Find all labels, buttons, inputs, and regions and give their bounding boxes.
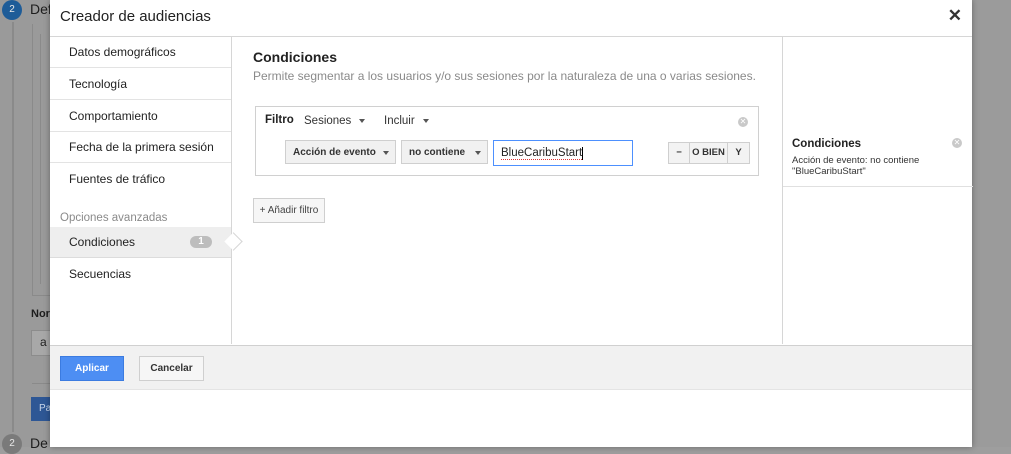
- scope-dropdown-value: Sesiones: [304, 115, 352, 127]
- close-icon[interactable]: ✕: [948, 6, 962, 26]
- include-dropdown[interactable]: Incluir: [384, 115, 429, 127]
- name-input[interactable]: a: [31, 330, 52, 356]
- cancel-button[interactable]: Cancelar: [139, 356, 204, 381]
- remove-condition-button[interactable]: −: [669, 143, 690, 163]
- condition-value-text: BlueCaribuStart: [501, 147, 583, 160]
- step-2-label: De: [30, 435, 48, 451]
- scope-dropdown[interactable]: Sesiones: [304, 115, 366, 127]
- add-filter-button[interactable]: + Añadir filtro: [253, 198, 325, 223]
- background-panel-bottom: [32, 295, 50, 296]
- step-connector-line: [12, 22, 14, 432]
- step-1-indicator: 2: [2, 0, 22, 20]
- sidebar-item-label: Comportamiento: [69, 109, 158, 123]
- dialog-header: Creador de audiencias ✕: [50, 0, 972, 37]
- condition-button-group: − O BIEN Y: [668, 142, 750, 164]
- and-condition-button[interactable]: Y: [728, 143, 749, 163]
- sidebar-item-conditions[interactable]: Condiciones 1: [50, 227, 231, 258]
- sidebar-item-traffic-sources[interactable]: Fuentes de tráfico: [50, 164, 231, 195]
- sidebar-item-label: Secuencias: [69, 267, 132, 281]
- remove-summary-icon[interactable]: ✕: [952, 138, 962, 148]
- sidebar-item-label: Fuentes de tráfico: [69, 172, 166, 186]
- conditions-panel: Condiciones Permite segmentar a los usua…: [232, 37, 782, 344]
- sidebar-item-demographics[interactable]: Datos demográficos: [50, 37, 231, 68]
- include-dropdown-value: Incluir: [384, 115, 415, 127]
- step-2-indicator: 2: [2, 434, 22, 454]
- or-condition-button[interactable]: O BIEN: [690, 143, 728, 163]
- conditions-description: Permite segmentar a los usuarios y/o sus…: [253, 69, 756, 83]
- summary-card: Condiciones Acción de evento: no contien…: [783, 125, 973, 187]
- condition-value-input[interactable]: BlueCaribuStart: [493, 140, 633, 166]
- chevron-down-icon: [383, 151, 389, 155]
- summary-title: Condiciones: [792, 138, 862, 150]
- background-panel-border: [32, 24, 33, 296]
- sidebar-nav: Datos demográficos Tecnología Comportami…: [50, 37, 232, 344]
- background-divider: [32, 383, 50, 384]
- summary-panel: Condiciones Acción de evento: no contien…: [782, 37, 973, 344]
- remove-filter-icon[interactable]: ✕: [738, 117, 748, 127]
- text-cursor: [582, 147, 583, 160]
- sidebar-item-label: Fecha de la primera sesión: [69, 140, 214, 154]
- sidebar-item-technology[interactable]: Tecnología: [50, 69, 231, 100]
- conditions-title: Condiciones: [253, 49, 338, 65]
- dialog-footer: Aplicar Cancelar: [50, 345, 972, 390]
- apply-button[interactable]: Aplicar: [60, 356, 124, 381]
- chevron-down-icon: [475, 151, 481, 155]
- chevron-down-icon: [359, 118, 366, 123]
- chevron-down-icon: [422, 118, 429, 123]
- sidebar-item-label: Tecnología: [69, 77, 128, 91]
- operator-select[interactable]: no contiene: [401, 140, 488, 164]
- name-label: Nor: [31, 308, 50, 320]
- dialog-title: Creador de audiencias: [60, 8, 211, 25]
- step-1-label: Def: [30, 1, 52, 17]
- operator-select-value: no contiene: [409, 147, 466, 158]
- sidebar-item-label: Condiciones: [69, 235, 136, 249]
- sidebar-item-sequences[interactable]: Secuencias: [50, 259, 231, 290]
- background-right-area: [972, 0, 1011, 447]
- sidebar-item-first-session-date[interactable]: Fecha de la primera sesión: [50, 132, 231, 163]
- name-input-value: a: [40, 335, 47, 349]
- dimension-select-value: Acción de evento: [293, 147, 376, 158]
- filter-label: Filtro: [265, 114, 294, 126]
- background-panel-inner-border: [40, 34, 41, 284]
- audience-builder-dialog: Creador de audiencias ✕ Datos demográfic…: [50, 0, 973, 447]
- advanced-options-heading: Opciones avanzadas: [60, 212, 168, 224]
- sidebar-item-label: Datos demográficos: [69, 45, 176, 59]
- background-primary-button[interactable]: Pa: [31, 397, 51, 421]
- filter-box: Filtro Sesiones Incluir ✕ Acción de even…: [255, 106, 759, 176]
- dimension-select[interactable]: Acción de evento: [285, 140, 396, 164]
- conditions-count-badge: 1: [190, 236, 212, 248]
- sidebar-item-behavior[interactable]: Comportamiento: [50, 101, 231, 132]
- summary-description: Acción de evento: no contiene "BlueCarib…: [792, 155, 920, 177]
